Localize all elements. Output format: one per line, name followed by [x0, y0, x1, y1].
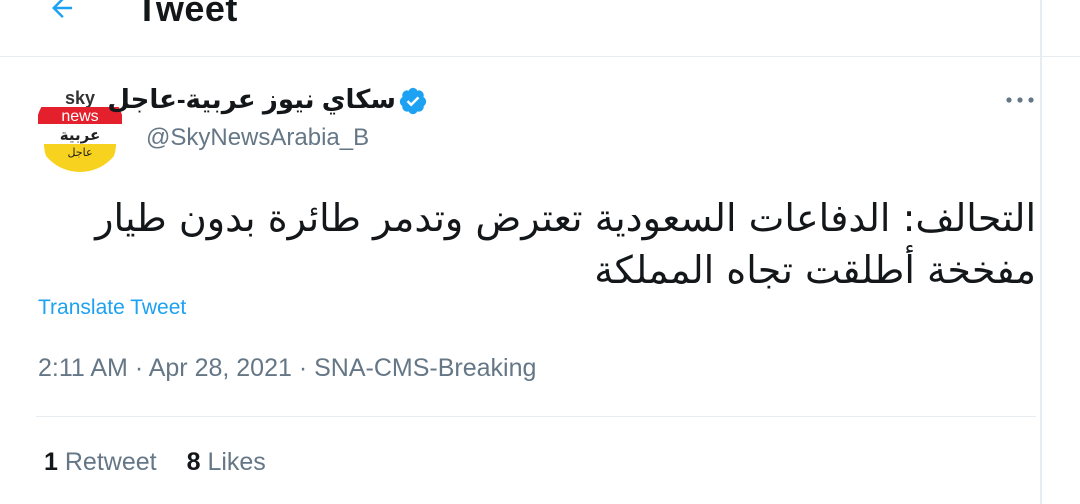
- more-options-button[interactable]: [996, 82, 1044, 118]
- tweet-text: التحالف: الدفاعات السعودية تعترض وتدمر ط…: [60, 192, 1036, 296]
- stats-divider: [36, 416, 1036, 417]
- meta-separator: ·: [127, 354, 149, 382]
- likes-label: Likes: [207, 448, 266, 476]
- likes-count-link[interactable]: 8 Likes: [187, 448, 266, 477]
- back-button[interactable]: [40, 0, 84, 30]
- retweet-count-link[interactable]: 1 Retweet: [44, 448, 157, 477]
- tweet-text-line-1: التحالف: الدفاعات السعودية تعترض وتدمر ط…: [95, 196, 1036, 240]
- retweet-count: 1: [44, 448, 58, 476]
- author-name[interactable]: سكاي نيوز عربية-عاجل: [107, 84, 396, 115]
- meta-separator: ·: [291, 354, 315, 382]
- tweet-time: 2:11 AM: [38, 354, 128, 382]
- tweet-stats: 1 Retweet 8 Likes: [44, 448, 266, 477]
- logo-arabic-text: عربية: [60, 126, 100, 144]
- tweet-time-link[interactable]: 2:11 AM · Apr 28, 2021: [38, 354, 292, 382]
- logo-sky-text: sky: [65, 88, 95, 108]
- retweet-label: Retweet: [64, 448, 157, 476]
- arrow-left-icon: [52, 0, 72, 18]
- tweet-date: Apr 28, 2021: [148, 354, 292, 382]
- column-border: [1040, 0, 1042, 504]
- tweet-text-line-2: مفخخة أطلقت تجاه المملكة: [594, 248, 1036, 292]
- tweet-metadata: 2:11 AM · Apr 28, 2021 · SNA-CMS-Breakin…: [38, 354, 536, 383]
- more-dots-icon: [1006, 97, 1034, 103]
- logo-news-text: news: [61, 108, 98, 125]
- translate-tweet-link[interactable]: Translate Tweet: [38, 296, 186, 320]
- page-title: Tweet: [136, 0, 238, 29]
- tweet-source-link[interactable]: SNA-CMS-Breaking: [314, 354, 536, 382]
- page-header: Tweet: [0, 0, 1080, 57]
- tweet-page: Tweet sky news عربية عاجل سكاي نيوز عربي…: [0, 0, 1080, 504]
- author-handle[interactable]: @SkyNewsArabia_B: [146, 124, 369, 152]
- like-count: 8: [186, 448, 201, 476]
- logo-breaking-text: عاجل: [67, 146, 92, 159]
- verified-badge-icon: [399, 87, 427, 115]
